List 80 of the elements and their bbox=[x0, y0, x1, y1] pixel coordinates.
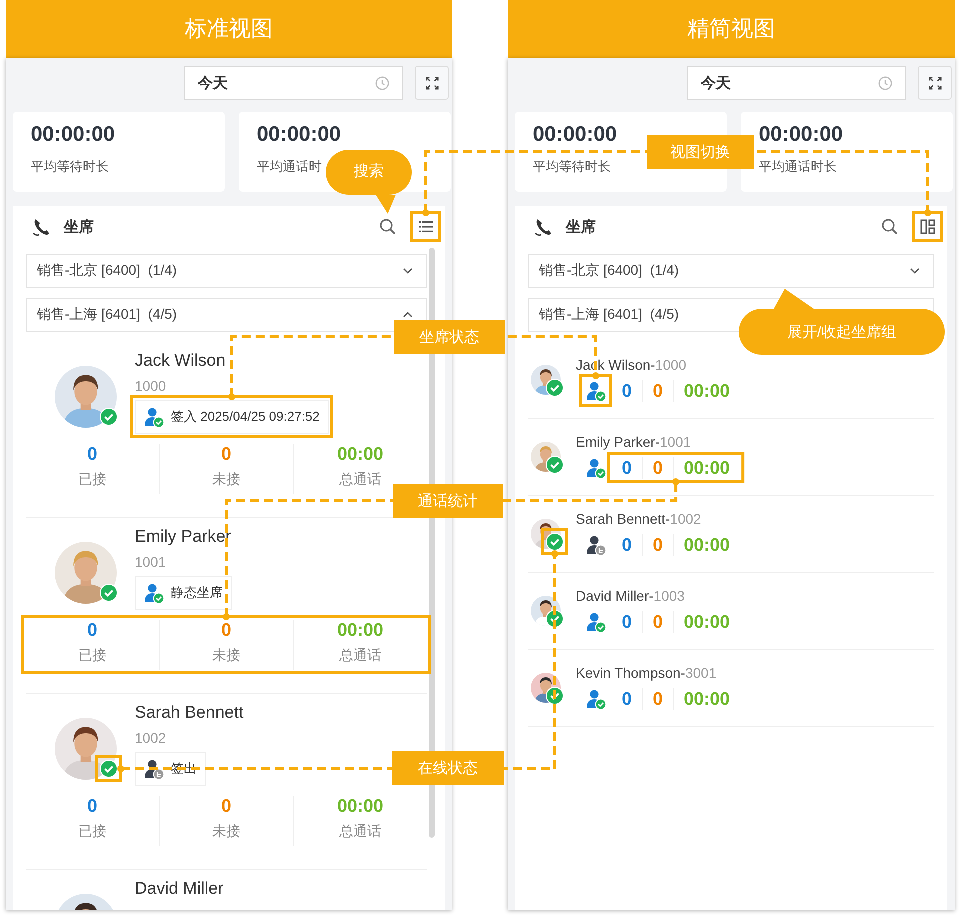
annotation-tooltip: 通话统计 bbox=[393, 484, 503, 518]
agent-name: Emily Parker bbox=[135, 526, 232, 548]
missed-count: 0 bbox=[220, 444, 232, 465]
status-chip: 静态坐席 bbox=[135, 576, 232, 610]
answered-count: 0 bbox=[86, 620, 98, 641]
fullscreen-icon bbox=[424, 76, 440, 90]
view-title: 精简视图 bbox=[508, 0, 955, 58]
stat-label: 未接 bbox=[212, 471, 242, 489]
stat-value: 00:00:00 bbox=[257, 123, 342, 147]
stat-label: 已接 bbox=[78, 471, 108, 489]
answered-count: 0 bbox=[86, 796, 98, 817]
highlight-frame bbox=[410, 212, 442, 242]
status-chip: 签入 2025/04/25 09:27:52 bbox=[135, 400, 329, 434]
missed-count: 0 bbox=[220, 796, 232, 817]
talk-time: 00:00 bbox=[336, 444, 385, 465]
talk-time: 00:00 bbox=[673, 534, 740, 556]
group-dropdown[interactable]: 销售-北京 [6400] (1/4) bbox=[26, 254, 427, 288]
agent-name: Kevin Thompson-3001 bbox=[576, 665, 718, 681]
section-title: 坐席 bbox=[64, 218, 94, 236]
clock-icon bbox=[375, 76, 390, 90]
callout-tooltip: 展开/收起坐席组 bbox=[739, 289, 945, 355]
stat-label: 平均通话时 bbox=[257, 158, 322, 176]
highlight-frame bbox=[912, 212, 944, 242]
talk-time: 00:00 bbox=[673, 688, 740, 710]
agent-name: Sarah Bennett bbox=[135, 702, 244, 724]
answered-count: 0 bbox=[621, 688, 634, 710]
stat-value: 00:00:00 bbox=[759, 123, 844, 147]
annotation-tooltip: 坐席状态 bbox=[394, 320, 505, 354]
extension-number: 1001 bbox=[135, 554, 168, 570]
stat-value: 00:00:00 bbox=[533, 123, 618, 147]
missed-count: 0 bbox=[642, 380, 674, 402]
agent-name: Emily Parker-1001 bbox=[576, 434, 692, 450]
agent-name: David Miller-1003 bbox=[576, 588, 686, 604]
fullscreen-button[interactable] bbox=[415, 66, 449, 100]
answered-count: 0 bbox=[621, 611, 634, 633]
stat-value: 00:00:00 bbox=[31, 123, 116, 147]
answered-count: 0 bbox=[621, 380, 634, 402]
phone-icon bbox=[32, 217, 52, 237]
stat-label: 平均通话时长 bbox=[759, 158, 837, 176]
missed-count: 0 bbox=[642, 611, 674, 633]
stat-label: 未接 bbox=[212, 647, 242, 665]
view-title: 标准视图 bbox=[6, 0, 452, 58]
stat-label: 平均等待时长 bbox=[533, 158, 611, 176]
agent-name: David Miller bbox=[135, 878, 224, 900]
highlight-frame bbox=[542, 528, 568, 556]
talk-time: 00:00 bbox=[673, 611, 740, 633]
highlight-frame bbox=[96, 756, 122, 782]
stat-label: 总通话 bbox=[338, 647, 382, 665]
stat-label: 已接 bbox=[78, 823, 108, 841]
highlight-frame bbox=[580, 374, 612, 408]
stat-label: 总通话 bbox=[338, 471, 382, 489]
section-title: 坐席 bbox=[566, 218, 596, 236]
missed-count: 0 bbox=[220, 620, 232, 641]
talk-time: 00:00 bbox=[673, 380, 740, 402]
clock-icon bbox=[878, 76, 893, 90]
talk-time: 00:00 bbox=[336, 796, 385, 817]
talk-time: 00:00 bbox=[336, 620, 385, 641]
extension-number: 1000 bbox=[135, 378, 168, 394]
agent-name: Jack Wilson bbox=[135, 350, 227, 372]
stat-label: 总通话 bbox=[338, 823, 382, 841]
missed-count: 0 bbox=[642, 688, 674, 710]
stat-label: 平均等待时长 bbox=[31, 158, 109, 176]
answered-count: 0 bbox=[86, 444, 98, 465]
phone-icon bbox=[534, 217, 554, 237]
answered-count: 0 bbox=[621, 534, 634, 556]
callout-tooltip: 搜索 bbox=[326, 150, 412, 214]
agent-name: Sarah Bennett-1002 bbox=[576, 511, 702, 527]
date-range-field[interactable]: 今天 bbox=[687, 66, 906, 100]
date-range-field[interactable]: 今天 bbox=[184, 66, 403, 100]
extension-number: 1002 bbox=[135, 730, 168, 746]
group-dropdown[interactable]: 销售-北京 [6400] (1/4) bbox=[528, 254, 934, 288]
missed-count: 0 bbox=[642, 457, 674, 479]
stat-label: 已接 bbox=[78, 647, 108, 665]
answered-count: 0 bbox=[621, 457, 634, 479]
stat-label: 未接 bbox=[212, 823, 242, 841]
annotation-tooltip: 在线状态 bbox=[392, 751, 504, 785]
fullscreen-icon bbox=[928, 76, 942, 90]
fullscreen-button[interactable] bbox=[918, 66, 952, 100]
missed-count: 0 bbox=[642, 534, 674, 556]
annotation-tooltip: 视图切换 bbox=[647, 135, 754, 169]
